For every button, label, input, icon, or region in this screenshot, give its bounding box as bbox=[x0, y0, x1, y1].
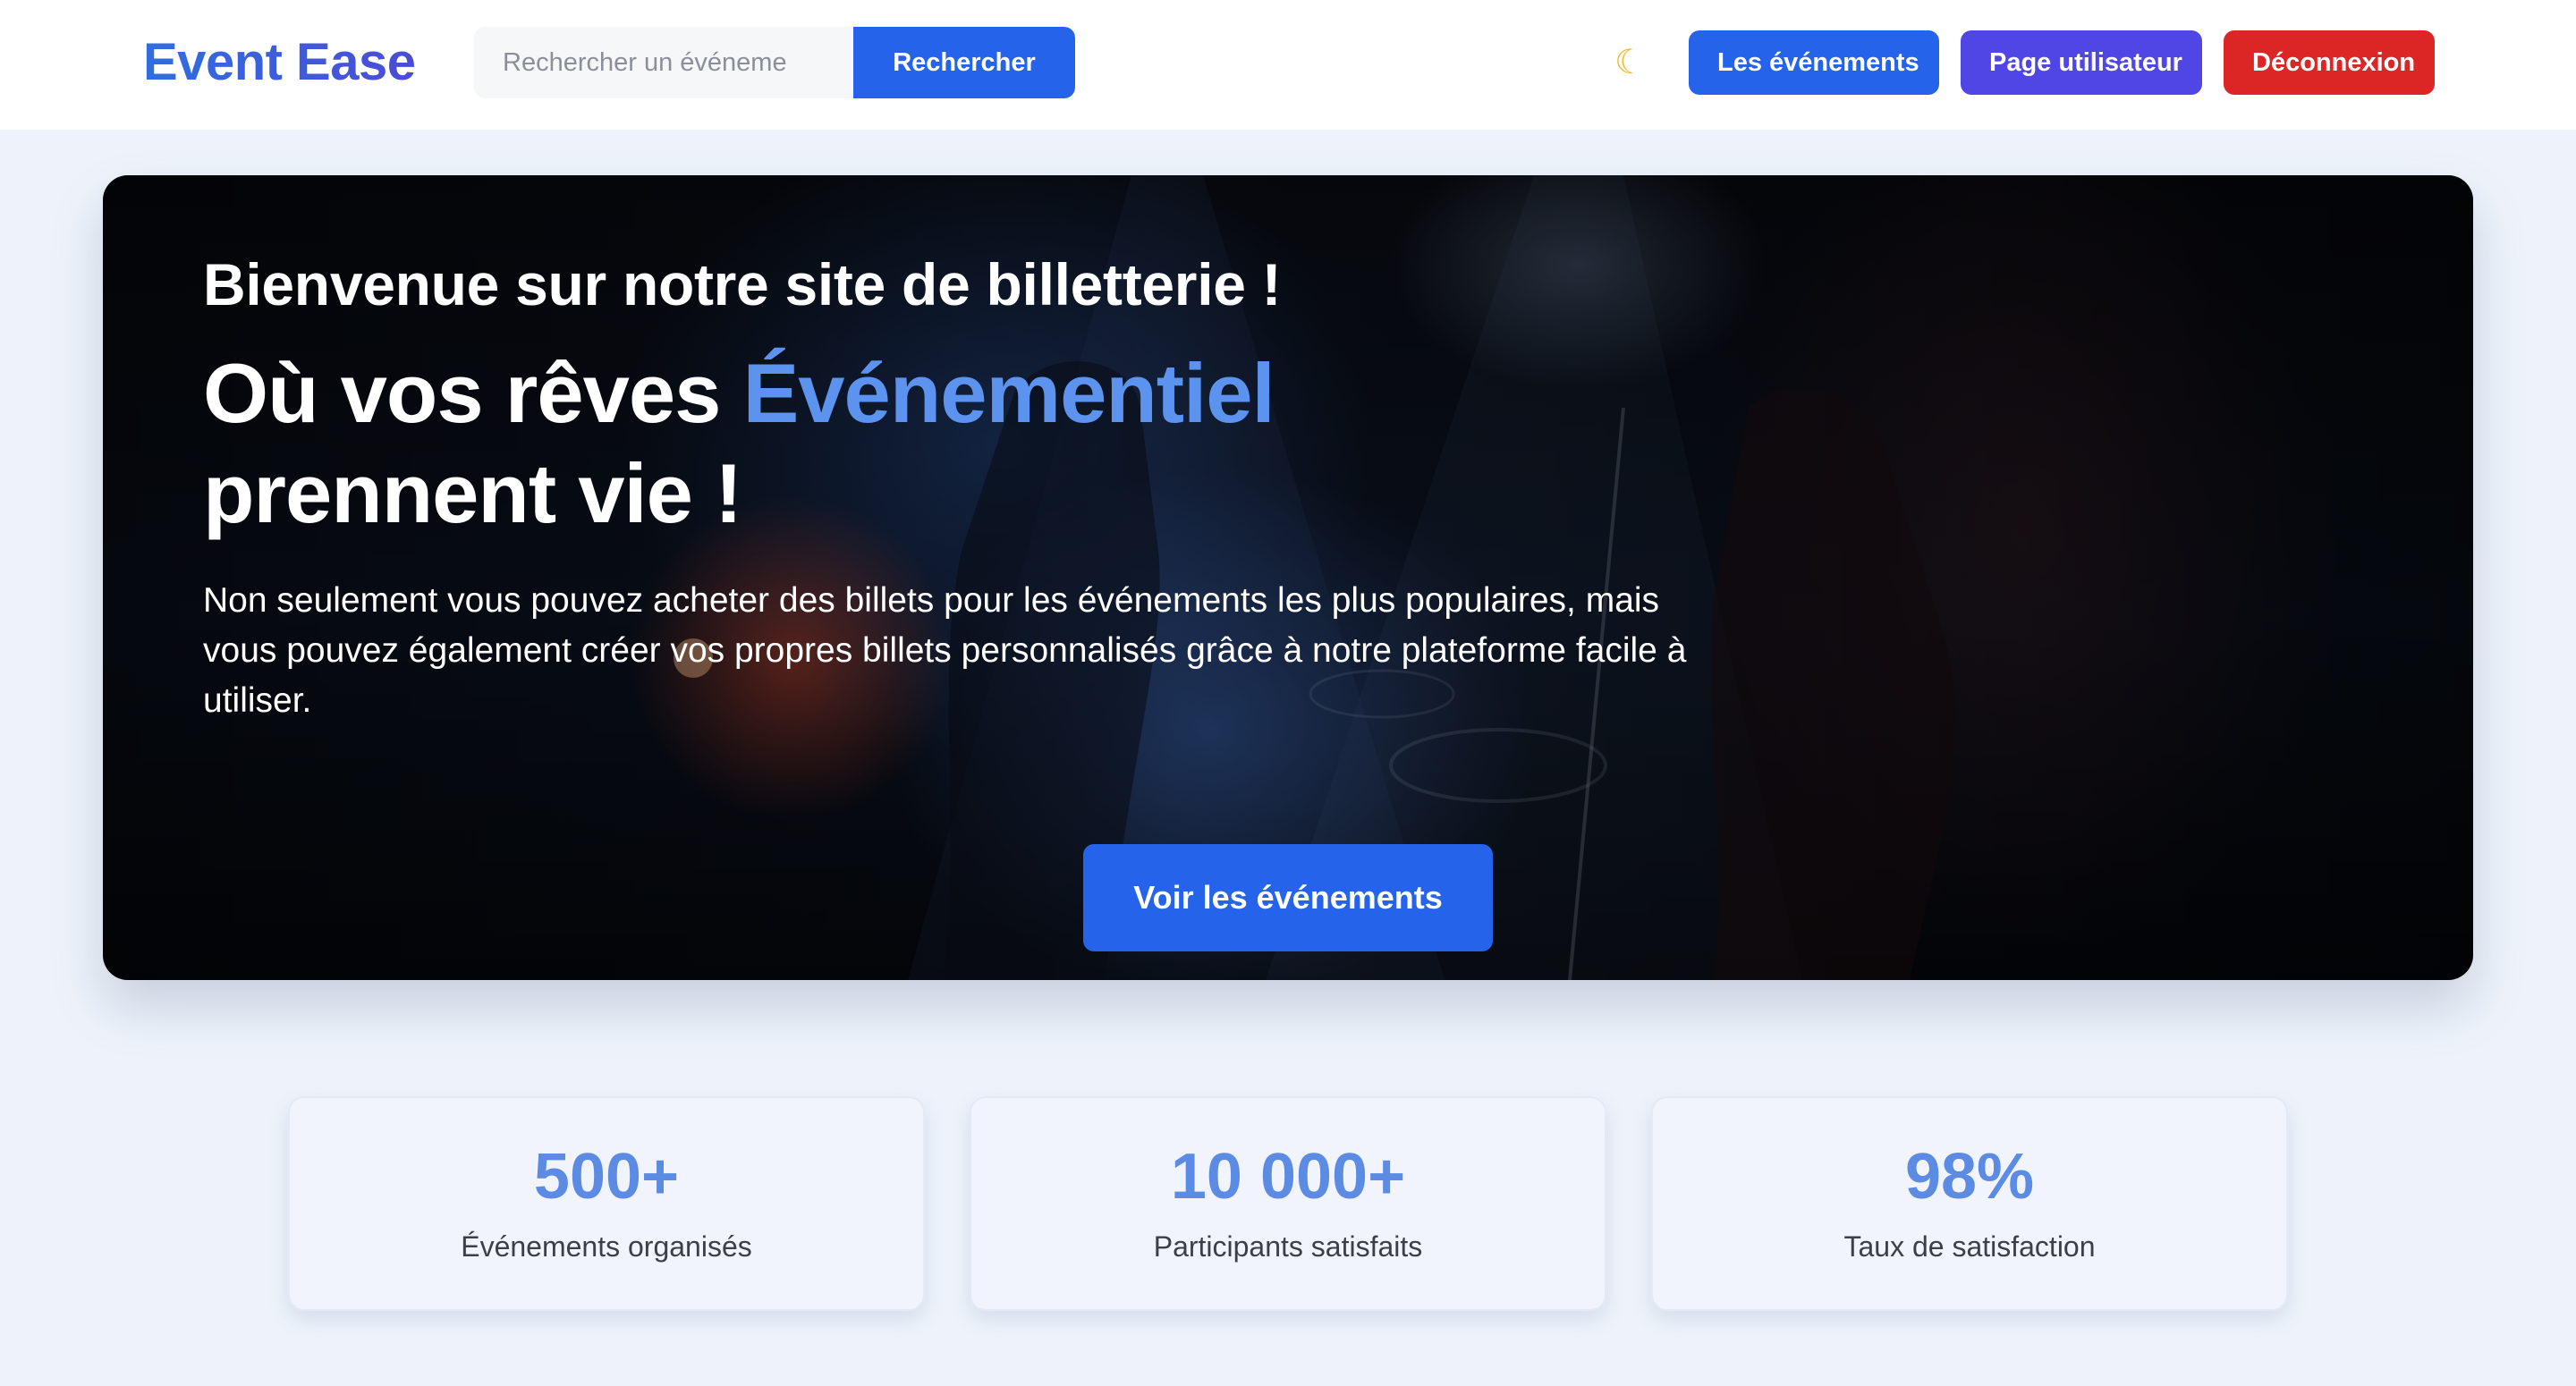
hero-welcome-heading: Bienvenue sur notre site de billetterie … bbox=[203, 251, 1282, 317]
stat-label: Participants satisfaits bbox=[1153, 1230, 1423, 1263]
stat-card-events: 500+ Événements organisés bbox=[288, 1096, 925, 1311]
stat-value: 500+ bbox=[533, 1141, 680, 1213]
hero-banner: Bienvenue sur notre site de billetterie … bbox=[103, 175, 2473, 980]
logout-button[interactable]: Déconnexion bbox=[2224, 30, 2435, 95]
hero-title-accent: Événementiel bbox=[742, 346, 1275, 440]
stat-value: 98% bbox=[1904, 1141, 2035, 1213]
moon-icon[interactable]: ☾ bbox=[1606, 39, 1653, 86]
user-page-button[interactable]: Page utilisateur bbox=[1961, 30, 2202, 95]
search-bar: Rechercher bbox=[474, 27, 1075, 98]
hero-description: Non seulement vous pouvez acheter des bi… bbox=[203, 581, 1687, 720]
stat-label: Événements organisés bbox=[461, 1230, 752, 1263]
stat-value: 10 000+ bbox=[1170, 1141, 1406, 1213]
top-navbar: Event Ease Rechercher ☾ Les événements P… bbox=[0, 0, 2576, 130]
view-events-button[interactable]: Voir les événements bbox=[1083, 844, 1493, 951]
brand-logo[interactable]: Event Ease bbox=[143, 30, 416, 95]
stat-card-satisfaction: 98% Taux de satisfaction bbox=[1651, 1096, 2288, 1311]
hero-title-start: Où vos rêves bbox=[203, 346, 743, 440]
stat-card-participants: 10 000+ Participants satisfaits bbox=[970, 1096, 1606, 1311]
events-nav-button[interactable]: Les événements bbox=[1689, 30, 1939, 95]
hero-content: Bienvenue sur notre site de billetterie … bbox=[203, 249, 1813, 726]
stat-label: Taux de satisfaction bbox=[1843, 1230, 2096, 1263]
hero-title: Où vos rêves Événementiel prennent vie ! bbox=[203, 343, 1813, 544]
hero-title-end: prennent vie ! bbox=[203, 446, 742, 540]
search-button[interactable]: Rechercher bbox=[853, 27, 1075, 98]
search-input[interactable] bbox=[474, 27, 853, 98]
